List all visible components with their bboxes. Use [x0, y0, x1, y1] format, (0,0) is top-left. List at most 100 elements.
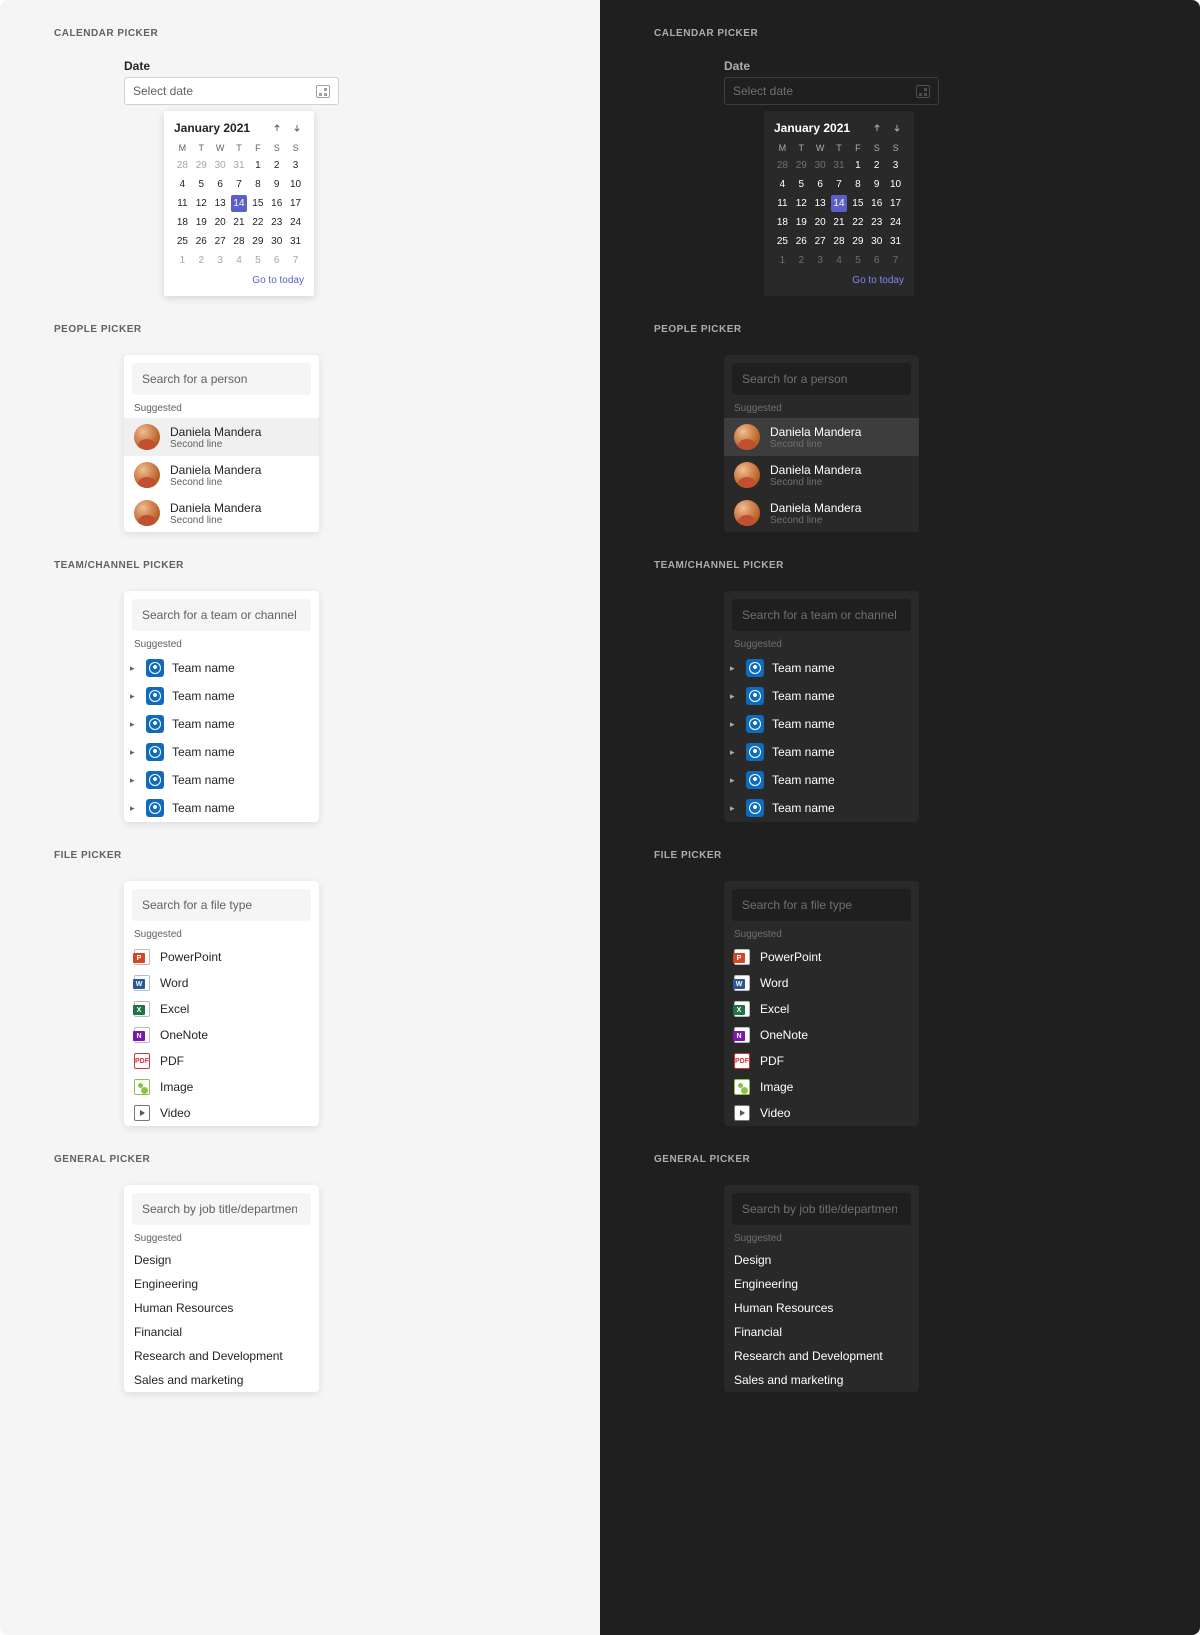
calendar-day[interactable]: 3	[812, 252, 829, 269]
calendar-day[interactable]: 16	[268, 195, 285, 212]
calendar-day[interactable]: 20	[212, 214, 229, 231]
calendar-day[interactable]: 14	[231, 195, 248, 212]
chevron-right-icon[interactable]: ▸	[730, 691, 738, 702]
calendar-day[interactable]: 22	[249, 214, 266, 231]
team-search-input[interactable]	[742, 608, 897, 622]
calendar-day[interactable]: 29	[193, 157, 210, 174]
calendar-day[interactable]: 4	[174, 176, 191, 193]
calendar-day[interactable]: 1	[174, 252, 191, 269]
team-item[interactable]: ▸Team name	[724, 710, 919, 738]
team-search[interactable]	[132, 599, 311, 631]
file-item[interactable]: Image	[124, 1074, 319, 1100]
calendar-month[interactable]: January 2021	[174, 121, 250, 135]
calendar-day[interactable]: 3	[212, 252, 229, 269]
general-search[interactable]	[732, 1193, 911, 1225]
calendar-day[interactable]: 15	[249, 195, 266, 212]
next-month-button[interactable]	[890, 121, 904, 135]
calendar-day[interactable]: 28	[174, 157, 191, 174]
people-search-input[interactable]	[742, 372, 897, 386]
chevron-right-icon[interactable]: ▸	[130, 747, 138, 758]
calendar-day[interactable]: 4	[774, 176, 791, 193]
team-item[interactable]: ▸Team name	[124, 710, 319, 738]
file-item[interactable]: NOneNote	[124, 1022, 319, 1048]
general-item[interactable]: Research and Development	[124, 1344, 319, 1368]
prev-month-button[interactable]	[270, 121, 284, 135]
team-item[interactable]: ▸Team name	[724, 794, 919, 822]
file-search-input[interactable]	[742, 898, 897, 912]
file-item[interactable]: Video	[124, 1100, 319, 1126]
calendar-day[interactable]: 30	[868, 233, 885, 250]
calendar-day[interactable]: 11	[774, 195, 791, 212]
chevron-right-icon[interactable]: ▸	[730, 803, 738, 814]
people-search-input[interactable]	[142, 372, 297, 386]
calendar-day[interactable]: 13	[812, 195, 829, 212]
team-item[interactable]: ▸Team name	[124, 738, 319, 766]
calendar-day[interactable]: 7	[231, 176, 248, 193]
calendar-day[interactable]: 12	[793, 195, 810, 212]
file-search[interactable]	[132, 889, 311, 921]
person-item[interactable]: Daniela ManderaSecond line	[724, 494, 919, 532]
date-input[interactable]: Select date	[724, 77, 939, 105]
calendar-day[interactable]: 13	[212, 195, 229, 212]
calendar-day[interactable]: 7	[831, 176, 848, 193]
person-item[interactable]: Daniela ManderaSecond line	[124, 456, 319, 494]
calendar-day[interactable]: 17	[287, 195, 304, 212]
calendar-day[interactable]: 10	[287, 176, 304, 193]
general-item[interactable]: Engineering	[724, 1272, 919, 1296]
file-item[interactable]: WWord	[724, 970, 919, 996]
team-item[interactable]: ▸Team name	[124, 766, 319, 794]
general-item[interactable]: Design	[124, 1248, 319, 1272]
calendar-day[interactable]: 4	[231, 252, 248, 269]
next-month-button[interactable]	[290, 121, 304, 135]
general-item[interactable]: Research and Development	[724, 1344, 919, 1368]
team-item[interactable]: ▸Team name	[124, 682, 319, 710]
file-item[interactable]: Image	[724, 1074, 919, 1100]
go-to-today-link[interactable]: Go to today	[174, 275, 304, 286]
calendar-day[interactable]: 19	[193, 214, 210, 231]
file-item[interactable]: PPowerPoint	[124, 944, 319, 970]
calendar-day[interactable]: 5	[249, 252, 266, 269]
chevron-right-icon[interactable]: ▸	[130, 663, 138, 674]
calendar-day[interactable]: 8	[849, 176, 866, 193]
calendar-day[interactable]: 28	[831, 233, 848, 250]
calendar-day[interactable]: 1	[774, 252, 791, 269]
calendar-day[interactable]: 27	[812, 233, 829, 250]
file-item[interactable]: PDFPDF	[724, 1048, 919, 1074]
chevron-right-icon[interactable]: ▸	[130, 775, 138, 786]
calendar-day[interactable]: 21	[831, 214, 848, 231]
calendar-day[interactable]: 4	[831, 252, 848, 269]
calendar-day[interactable]: 31	[831, 157, 848, 174]
date-input[interactable]: Select date	[124, 77, 339, 105]
calendar-day[interactable]: 31	[887, 233, 904, 250]
file-item[interactable]: Video	[724, 1100, 919, 1126]
calendar-day[interactable]: 7	[287, 252, 304, 269]
team-item[interactable]: ▸Team name	[724, 682, 919, 710]
team-item[interactable]: ▸Team name	[124, 654, 319, 682]
prev-month-button[interactable]	[870, 121, 884, 135]
calendar-day[interactable]: 28	[774, 157, 791, 174]
calendar-day[interactable]: 25	[774, 233, 791, 250]
calendar-day[interactable]: 24	[887, 214, 904, 231]
team-item[interactable]: ▸Team name	[724, 654, 919, 682]
people-search[interactable]	[132, 363, 311, 395]
general-item[interactable]: Financial	[124, 1320, 319, 1344]
calendar-day[interactable]: 18	[774, 214, 791, 231]
team-item[interactable]: ▸Team name	[724, 738, 919, 766]
general-item[interactable]: Financial	[724, 1320, 919, 1344]
chevron-right-icon[interactable]: ▸	[130, 719, 138, 730]
calendar-day[interactable]: 30	[212, 157, 229, 174]
file-search-input[interactable]	[142, 898, 297, 912]
calendar-day[interactable]: 2	[793, 252, 810, 269]
calendar-day[interactable]: 3	[287, 157, 304, 174]
calendar-day[interactable]: 1	[849, 157, 866, 174]
calendar-day[interactable]: 29	[793, 157, 810, 174]
calendar-day[interactable]: 2	[193, 252, 210, 269]
file-item[interactable]: XExcel	[124, 996, 319, 1022]
calendar-month[interactable]: January 2021	[774, 121, 850, 135]
calendar-day[interactable]: 18	[174, 214, 191, 231]
calendar-day[interactable]: 30	[812, 157, 829, 174]
calendar-day[interactable]: 5	[849, 252, 866, 269]
general-search-input[interactable]	[742, 1202, 897, 1216]
calendar-day[interactable]: 7	[887, 252, 904, 269]
general-item[interactable]: Design	[724, 1248, 919, 1272]
